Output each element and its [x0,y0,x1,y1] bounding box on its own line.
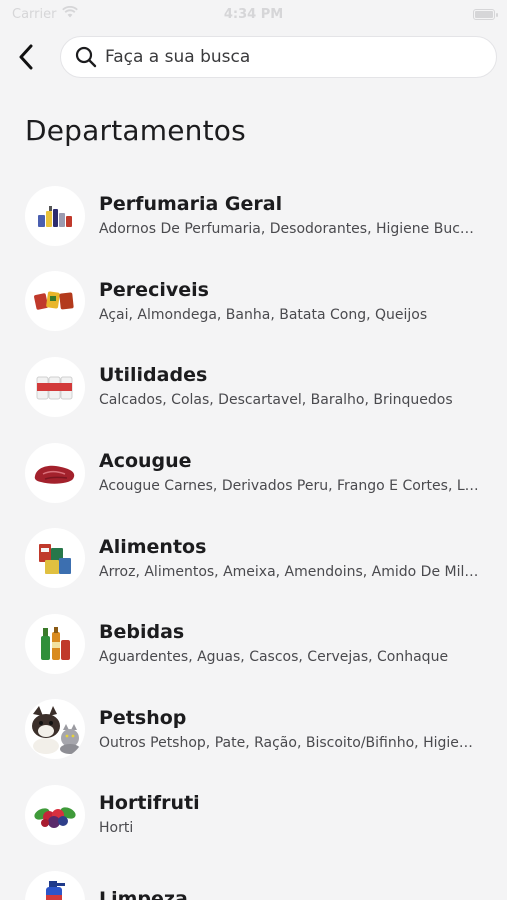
department-name: Petshop [99,706,187,729]
chevron-left-icon [19,44,33,70]
status-bar: Carrier 4:34 PM [0,0,507,28]
beverages-icon [25,613,85,674]
department-subcategories: Arroz, Alimentos, Ameixa, Amendoins, Ami… [99,563,479,580]
utilities-icon [25,356,85,417]
perfume-products-icon [25,185,85,246]
department-name: Hortifruti [99,792,200,815]
department-text: Petshop Outros Petshop, Pate, Ração, Bis… [99,706,483,753]
cleaning-icon [25,870,85,900]
department-text: Acougue Acougue Carnes, Derivados Peru, … [99,449,483,496]
department-name: Pereciveis [99,278,209,301]
department-text: Bebidas Aguardentes, Aguas, Cascos, Cerv… [99,620,483,667]
department-subcategories: Acougue Carnes, Derivados Peru, Frango E… [99,478,479,495]
groceries-icon [25,528,85,589]
department-text: Alimentos Arroz, Alimentos, Ameixa, Amen… [99,535,483,582]
department-name: Acougue [99,450,192,473]
department-subcategories: Horti [99,820,134,837]
department-name: Bebidas [99,621,185,644]
department-text: Perfumaria Geral Adornos De Perfumaria, … [99,192,483,239]
department-item-petshop[interactable]: Petshop Outros Petshop, Pate, Ração, Bis… [0,687,507,773]
department-name: Limpeza [99,888,188,900]
search-bar[interactable] [60,36,497,78]
department-item-alimentos[interactable]: Alimentos Arroz, Alimentos, Ameixa, Amen… [0,515,507,601]
department-text: Hortifruti Horti [99,791,483,838]
department-text: Utilidades Calcados, Colas, Descartavel,… [99,363,483,410]
page-title: Departamentos [25,114,246,147]
department-item-limpeza[interactable]: Limpeza [0,858,507,900]
top-bar [0,34,507,80]
meat-icon [25,442,85,503]
department-text: Pereciveis Açai, Almondega, Banha, Batat… [99,278,483,325]
perishables-icon [25,271,85,332]
department-name: Alimentos [99,535,207,558]
department-text: Limpeza [99,887,483,900]
department-name: Perfumaria Geral [99,193,283,216]
search-input[interactable] [105,47,482,67]
pets-icon [25,699,85,760]
department-subcategories: Aguardentes, Aguas, Cascos, Cervejas, Co… [99,649,449,666]
department-list: Perfumaria Geral Adornos De Perfumaria, … [0,173,507,900]
department-item-acougue[interactable]: Acougue Acougue Carnes, Derivados Peru, … [0,430,507,516]
status-time: 4:34 PM [223,6,284,22]
back-button[interactable] [12,39,40,75]
department-subcategories: Adornos De Perfumaria, Desodorantes, Hig… [99,221,474,238]
search-icon [75,46,97,68]
department-item-hortifruti[interactable]: Hortifruti Horti [0,772,507,858]
department-item-pereciveis[interactable]: Pereciveis Açai, Almondega, Banha, Batat… [0,259,507,345]
department-item-utilidades[interactable]: Utilidades Calcados, Colas, Descartavel,… [0,344,507,430]
department-subcategories: Outros Petshop, Pate, Ração, Biscoito/Bi… [99,734,473,751]
department-subcategories: Açai, Almondega, Banha, Batata Cong, Que… [99,306,428,323]
department-name: Utilidades [99,364,208,387]
produce-icon [25,784,85,845]
department-subcategories: Calcados, Colas, Descartavel, Baralho, B… [99,392,453,409]
battery-icon [473,8,498,20]
department-item-perfumaria-geral[interactable]: Perfumaria Geral Adornos De Perfumaria, … [0,173,507,259]
department-item-bebidas[interactable]: Bebidas Aguardentes, Aguas, Cascos, Cerv… [0,601,507,687]
